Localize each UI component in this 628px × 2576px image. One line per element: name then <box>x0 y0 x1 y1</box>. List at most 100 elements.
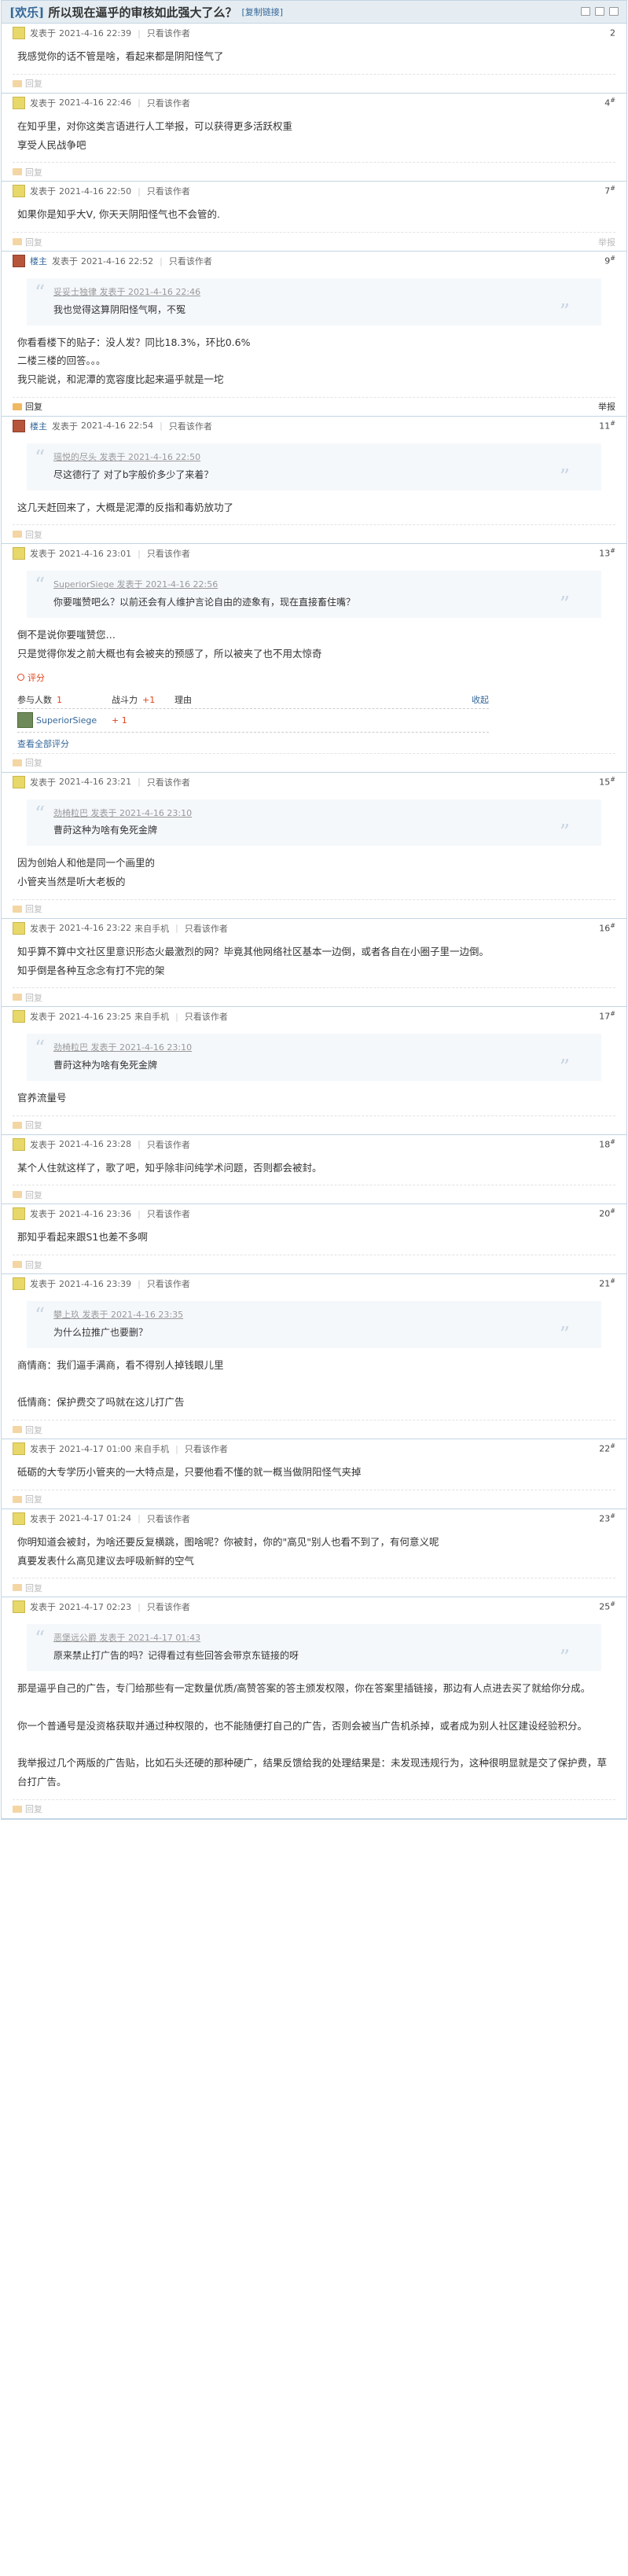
report-button[interactable]: 举报 <box>598 400 615 413</box>
rate-table-header: 参与人数 1 战斗力 +1 理由 收起 <box>17 692 489 709</box>
floor-number[interactable]: 21# <box>599 1277 615 1289</box>
only-author-link[interactable]: 只看该作者 <box>147 1600 190 1613</box>
avatar[interactable] <box>13 255 25 267</box>
reply-icon <box>13 1805 22 1813</box>
next-thread-icon[interactable] <box>609 7 619 16</box>
rate-icon <box>17 674 24 682</box>
floor-number[interactable]: 17# <box>599 1010 615 1022</box>
rater-avatar[interactable] <box>17 712 33 729</box>
floor-number[interactable]: 15# <box>599 776 615 788</box>
reply-button[interactable]: 回复 <box>13 991 42 1004</box>
prev-thread-icon[interactable] <box>595 7 604 16</box>
host-badge[interactable]: 楼主 <box>30 420 47 432</box>
avatar[interactable] <box>13 921 25 935</box>
floor-number[interactable]: 18# <box>599 1138 615 1150</box>
only-author-link[interactable]: 只看该作者 <box>147 97 190 109</box>
quote-source[interactable]: 劲椅粒巴 发表于 2021-4-16 23:10 <box>53 806 554 822</box>
floor-number-value: 22 <box>599 1443 611 1454</box>
post-time-label: 发表于 <box>30 28 56 39</box>
post-actions: 回复 <box>13 1255 615 1273</box>
floor-number[interactable]: 23# <box>599 1512 615 1524</box>
floor-number[interactable]: 16# <box>599 922 615 934</box>
host-badge[interactable]: 楼主 <box>30 255 47 267</box>
quote-open-icon: “ <box>35 1627 46 1652</box>
post-time: 2021-4-16 23:39 <box>59 1278 132 1289</box>
quote-source[interactable]: 妥妥士独律 发表于 2021-4-16 22:46 <box>53 285 554 301</box>
avatar[interactable] <box>13 1207 25 1221</box>
only-author-link[interactable]: 只看该作者 <box>147 547 190 560</box>
avatar[interactable] <box>13 96 25 109</box>
floor-number[interactable]: 22# <box>599 1442 615 1454</box>
reply-button[interactable]: 回复 <box>13 902 42 915</box>
floor-number[interactable]: 7# <box>604 185 615 197</box>
quote-source[interactable]: 瑶悦的尽头 发表于 2021-4-16 22:50 <box>53 450 554 466</box>
reply-button[interactable]: 回复 <box>13 166 42 178</box>
rate-collapse-button[interactable]: 收起 <box>472 693 489 706</box>
floor-number[interactable]: 25# <box>599 1600 615 1612</box>
print-icon[interactable] <box>581 7 590 16</box>
avatar[interactable] <box>13 775 25 788</box>
reply-button[interactable]: 回复 <box>13 1189 42 1201</box>
quote-text: 尽这德行了 对了b字般价多少了来着？ <box>53 469 214 480</box>
only-author-link[interactable]: 只看该作者 <box>147 1207 190 1220</box>
post-time-label: 发表于 <box>30 1279 56 1290</box>
avatar[interactable] <box>13 1442 25 1456</box>
reply-button[interactable]: 回复 <box>13 1582 42 1594</box>
avatar[interactable] <box>13 1137 25 1151</box>
floor-number[interactable]: 20# <box>599 1207 615 1219</box>
reply-button[interactable]: 回复 <box>13 1802 42 1815</box>
reply-button[interactable]: 回复 <box>13 528 42 541</box>
rater[interactable]: SuperiorSiege <box>17 712 112 729</box>
floor-number[interactable]: 4# <box>604 97 615 108</box>
floor-number[interactable]: 2 <box>610 27 615 39</box>
meta-separator: | <box>175 1011 178 1022</box>
only-author-link[interactable]: 只看该作者 <box>185 922 228 935</box>
view-all-ratings-link[interactable]: 查看全部评分 <box>17 737 611 750</box>
only-author-link[interactable]: 只看该作者 <box>185 1442 228 1455</box>
reply-button[interactable]: 回复 <box>13 1424 42 1436</box>
floor-number[interactable]: 13# <box>599 547 615 559</box>
only-author-link[interactable]: 只看该作者 <box>169 420 212 432</box>
only-author-link[interactable]: 只看该作者 <box>147 1277 190 1290</box>
quote-source[interactable]: 攀上玖 发表于 2021-4-16 23:35 <box>53 1307 554 1324</box>
post-meta: 发表于 2021-4-16 23:36 | 只看该作者 <box>2 1204 626 1223</box>
avatar[interactable] <box>13 27 25 39</box>
only-author-link[interactable]: 只看该作者 <box>147 1138 190 1151</box>
floor-number[interactable]: 9# <box>604 255 615 266</box>
reply-button[interactable]: 回复 <box>13 1259 42 1271</box>
quote-source[interactable]: 恶堡远公爵 发表于 2021-4-17 01:43 <box>53 1630 554 1647</box>
avatar[interactable] <box>13 547 25 560</box>
post-meta: 发表于 2021-4-16 23:01 | 只看该作者 <box>2 544 626 563</box>
avatar[interactable] <box>13 1600 25 1614</box>
reply-button[interactable]: 回复 <box>13 1493 42 1505</box>
forum-tag[interactable]: [欢乐] <box>9 6 44 20</box>
floor-number-value: 2 <box>610 28 615 39</box>
only-author-link[interactable]: 只看该作者 <box>185 1010 228 1023</box>
report-button[interactable]: 举报 <box>598 236 615 248</box>
reply-button[interactable]: 回复 <box>13 756 42 769</box>
post-quote: “ 恶堡远公爵 发表于 2021-4-17 01:43 原来禁止打广告的吗？记得看过… <box>27 1624 601 1672</box>
copy-link[interactable]: [复制链接] <box>241 6 283 18</box>
quote-close-icon: ” <box>559 1646 570 1670</box>
avatar[interactable] <box>13 419 25 432</box>
reply-button[interactable]: 回复 <box>13 77 42 90</box>
rate-link[interactable]: 评分 <box>17 671 611 684</box>
avatar[interactable] <box>13 1010 25 1023</box>
only-author-link[interactable]: 只看该作者 <box>147 776 190 788</box>
floor-sign: # <box>610 419 615 427</box>
quote-source[interactable]: SuperiorSiege 发表于 2021-4-16 22:56 <box>53 577 554 593</box>
only-author-link[interactable]: 只看该作者 <box>147 185 190 197</box>
rater-name[interactable]: SuperiorSiege <box>36 715 97 726</box>
only-author-link[interactable]: 只看该作者 <box>147 1512 190 1525</box>
avatar[interactable] <box>13 1512 25 1525</box>
only-author-link[interactable]: 只看该作者 <box>169 255 212 267</box>
reply-button[interactable]: 回复 <box>13 400 42 413</box>
floor-number[interactable]: 11# <box>599 420 615 432</box>
avatar[interactable] <box>13 185 25 198</box>
only-author-link[interactable]: 只看该作者 <box>147 27 190 39</box>
quote-source[interactable]: 劲椅粒巴 发表于 2021-4-16 23:10 <box>53 1040 554 1056</box>
avatar[interactable] <box>13 1277 25 1291</box>
reply-button[interactable]: 回复 <box>13 1119 42 1131</box>
reply-button[interactable]: 回复 <box>13 236 42 248</box>
post-meta: 发表于 2021-4-16 22:39 | 只看该作者 <box>2 24 626 42</box>
